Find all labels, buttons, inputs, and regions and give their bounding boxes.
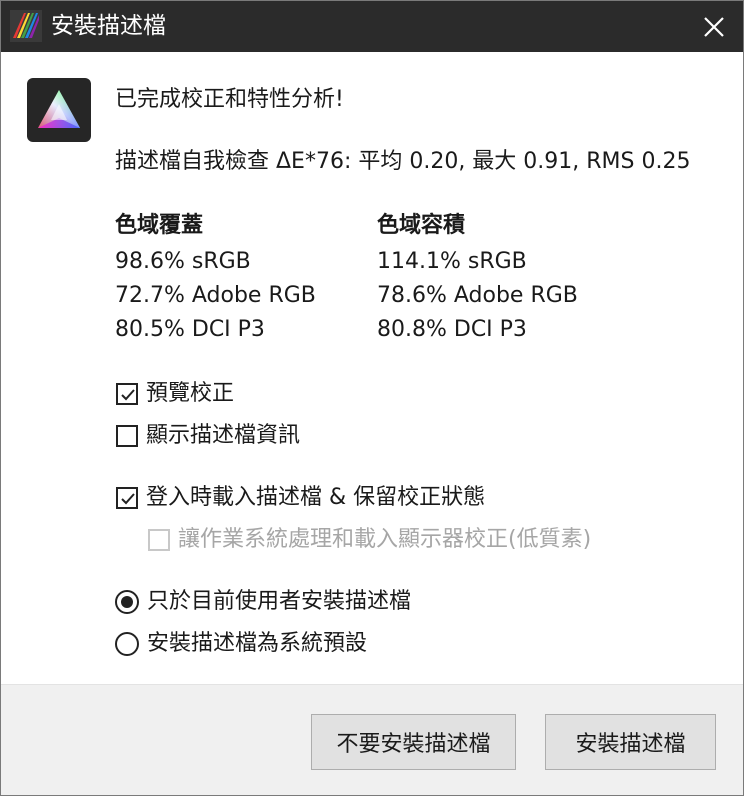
coverage-dci-p3: 80.5% DCI P3 — [115, 317, 265, 342]
install-profile-button[interactable]: 安裝描述檔 — [545, 714, 716, 770]
volume-adobe-rgb: 78.6% Adobe RGB — [377, 283, 578, 308]
checkmark-icon — [121, 493, 135, 505]
checkmark-icon — [121, 389, 135, 401]
radio-selected-dot — [121, 596, 133, 608]
os-handle-calibration-checkbox — [148, 529, 170, 551]
dialog-content: 已完成校正和特性分析! 描述檔自我檢查 ΔE*76: 平均 0.20, 最大 0… — [1, 52, 743, 684]
install-profile-dialog: 安裝描述檔 已完成校正和特性分析! 描述檔自我檢查 ΔE*76: 平均 0.20… — [0, 0, 744, 796]
window-title: 安裝描述檔 — [51, 13, 166, 39]
load-on-login-checkbox[interactable] — [116, 487, 138, 509]
show-profile-info-label[interactable]: 顯示描述檔資訊 — [146, 421, 300, 451]
completion-message: 已完成校正和特性分析! — [115, 87, 344, 112]
title-bar[interactable]: 安裝描述檔 — [1, 1, 743, 52]
dont-install-profile-button[interactable]: 不要安裝描述檔 — [311, 714, 516, 770]
close-button[interactable] — [685, 1, 743, 52]
install-system-default-radio[interactable] — [115, 632, 139, 656]
show-profile-info-checkbox[interactable] — [116, 425, 138, 447]
install-current-user-radio[interactable] — [115, 590, 139, 614]
displaycal-triangle-icon — [27, 78, 91, 142]
install-current-user-label[interactable]: 只於目前使用者安裝描述檔 — [147, 587, 411, 617]
close-icon — [704, 16, 724, 37]
volume-srgb: 114.1% sRGB — [377, 249, 527, 274]
profile-self-check: 描述檔自我檢查 ΔE*76: 平均 0.20, 最大 0.91, RMS 0.2… — [115, 149, 691, 174]
load-on-login-label[interactable]: 登入時載入描述檔 & 保留校正狀態 — [146, 483, 485, 513]
os-handle-calibration-label: 讓作業系統處理和載入顯示器校正(低質素) — [178, 527, 592, 552]
dialog-footer: 不要安裝描述檔 安裝描述檔 — [1, 684, 743, 795]
app-logo-icon — [10, 10, 42, 42]
preview-calibration-label[interactable]: 預覽校正 — [146, 379, 234, 409]
gamut-volume-heading: 色域容積 — [377, 213, 466, 238]
coverage-srgb: 98.6% sRGB — [115, 249, 251, 274]
gamut-coverage-heading: 色域覆蓋 — [115, 213, 204, 238]
coverage-adobe-rgb: 72.7% Adobe RGB — [115, 283, 316, 308]
preview-calibration-checkbox[interactable] — [116, 383, 138, 405]
install-system-default-label[interactable]: 安裝描述檔為系統預設 — [147, 629, 367, 659]
volume-dci-p3: 80.8% DCI P3 — [377, 317, 527, 342]
